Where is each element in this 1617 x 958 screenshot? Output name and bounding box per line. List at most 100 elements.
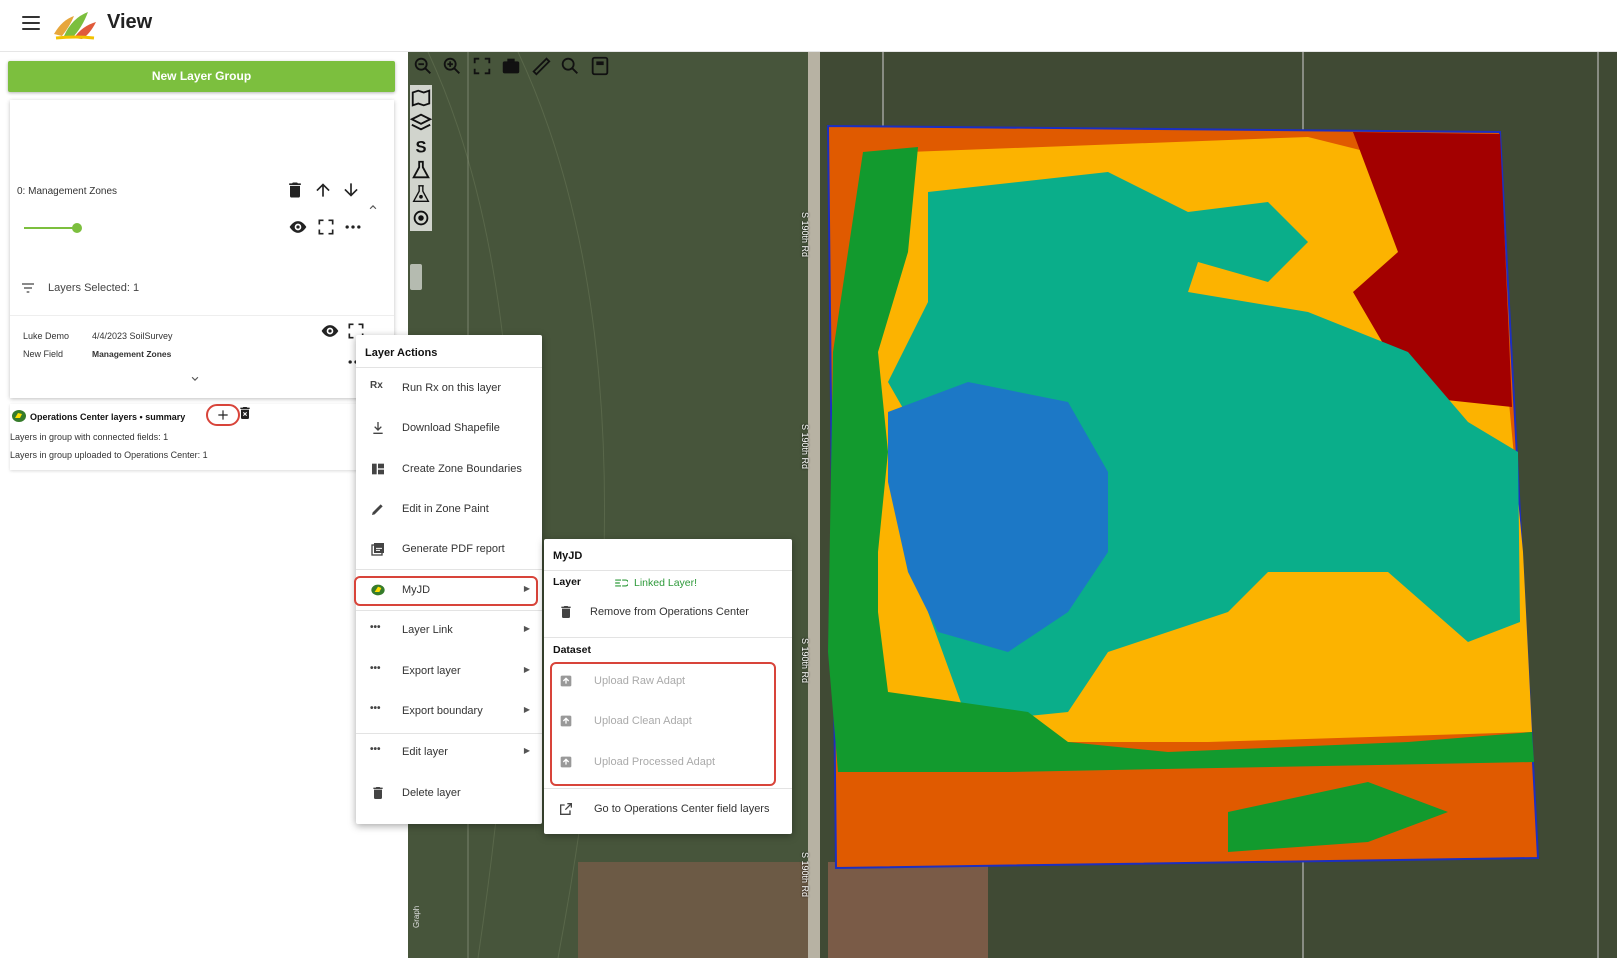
target-icon[interactable] — [410, 207, 432, 229]
chevron-up-icon[interactable] — [366, 200, 380, 214]
map-attribution: Graph — [412, 905, 421, 928]
download-shapefile-menu-item[interactable]: Download Shapefile — [356, 409, 542, 447]
arrow-down-icon[interactable] — [341, 180, 361, 200]
app-logo — [54, 12, 96, 40]
layer-date-source: 4/4/2023 SoilSurvey — [92, 331, 173, 341]
uploaded-layers-count: Layers in group uploaded to Operations C… — [10, 450, 208, 460]
delete-operations-center-icon[interactable] — [237, 404, 253, 422]
layer-actions-menu: Layer Actions Rx Run Rx on this layer Do… — [354, 335, 542, 824]
linked-status: Linked Layer! — [634, 577, 698, 589]
trash-icon — [558, 604, 576, 620]
top-bar: View — [0, 0, 1617, 52]
menu-item-label: Export layer — [402, 665, 461, 677]
menu-icon[interactable] — [22, 16, 40, 30]
app-title: View — [107, 11, 153, 33]
map-side-toolbar: S — [409, 85, 433, 231]
operations-center-summary: Operations Center layers • summary Layer… — [10, 404, 394, 470]
soil-icon[interactable]: S — [410, 135, 432, 157]
trash-icon — [370, 785, 388, 801]
menu-item-label: Download Shapefile — [402, 422, 500, 434]
fullscreen-icon[interactable] — [316, 217, 336, 237]
more-icon: ••• — [370, 622, 381, 633]
menu-item-label: Go to Operations Center field layers — [594, 803, 770, 815]
add-operations-center-button[interactable] — [206, 404, 240, 426]
connected-fields-count: Layers in group with connected fields: 1 — [10, 432, 169, 442]
chevron-down-icon[interactable] — [188, 372, 202, 386]
submenu-arrow-icon: ▶ — [523, 746, 530, 755]
remove-from-operations-center-item[interactable]: Remove from Operations Center — [544, 593, 792, 631]
menu-item-label: Delete layer — [402, 787, 461, 799]
layer-owner: Luke Demo — [23, 331, 70, 341]
more-icon: ••• — [370, 703, 381, 714]
submenu-arrow-icon: ▶ — [523, 705, 530, 714]
layers-icon[interactable] — [409, 111, 433, 133]
road-label: S 190th Rd — [800, 212, 810, 258]
road-label: S 190th Rd — [800, 638, 810, 684]
more-icon: ••• — [370, 744, 381, 755]
submenu-arrow-icon: ▶ — [523, 665, 530, 674]
svg-text:S: S — [416, 138, 427, 156]
myjd-title: MyJD — [553, 550, 583, 562]
menu-item-label: Create Zone Boundaries — [402, 463, 522, 475]
calculator-icon[interactable] — [589, 55, 611, 77]
flask-alt-icon[interactable] — [410, 183, 432, 205]
link-icon — [615, 579, 628, 587]
menu-item-label: Edit layer — [402, 746, 448, 758]
john-deere-icon — [12, 410, 26, 422]
layer-eye-icon[interactable] — [320, 321, 340, 341]
menu-item-label: Remove from Operations Center — [590, 606, 749, 618]
panel-resize-handle[interactable] — [410, 264, 422, 290]
goto-operations-center-item[interactable]: Go to Operations Center field layers — [544, 790, 792, 828]
external-link-icon — [558, 801, 576, 817]
road-label: S 190th Rd — [800, 852, 810, 898]
delete-layer-menu-item[interactable]: Delete layer — [356, 774, 542, 812]
layer-type: Management Zones — [92, 349, 172, 359]
zoom-in-icon[interactable] — [441, 55, 463, 77]
run-rx-menu-item[interactable]: Rx Run Rx on this layer — [356, 369, 542, 407]
map-icon[interactable] — [410, 87, 432, 109]
search-icon[interactable] — [559, 55, 581, 77]
edit-layer-menu-item[interactable]: ••• Edit layer ▶ — [356, 733, 542, 771]
new-layer-group-button[interactable]: New Layer Group — [8, 61, 395, 92]
opacity-slider[interactable] — [24, 222, 82, 234]
menu-item-label: Run Rx on this layer — [402, 382, 502, 394]
menu-item-label: Generate PDF report — [402, 543, 505, 555]
menu-item-label: Edit in Zone Paint — [402, 503, 489, 515]
edit-zone-paint-menu-item[interactable]: Edit in Zone Paint — [356, 490, 542, 528]
menu-item-label: Export boundary — [402, 705, 483, 717]
layer-field: New Field — [23, 349, 64, 359]
layer-link-menu-item[interactable]: ••• Layer Link ▶ — [356, 611, 542, 649]
generate-pdf-menu-item[interactable]: Generate PDF report — [356, 530, 542, 568]
map-toolbar — [412, 55, 614, 77]
layer-group-name: 0: Management Zones — [17, 186, 118, 197]
arrow-up-icon[interactable] — [313, 180, 333, 200]
create-zone-boundaries-menu-item[interactable]: Create Zone Boundaries — [356, 450, 542, 488]
layer-heading: Layer — [553, 576, 582, 588]
filter-icon — [22, 283, 34, 293]
pdf-icon — [370, 541, 388, 557]
layers-selected-label: Layers Selected: 1 — [48, 282, 140, 294]
export-boundary-menu-item[interactable]: ••• Export boundary ▶ — [356, 692, 542, 730]
fit-extent-icon[interactable] — [471, 55, 493, 77]
dataset-heading: Dataset — [553, 644, 591, 656]
zone-boundaries-icon — [370, 461, 388, 477]
upload-options-highlight — [550, 662, 776, 786]
more-options-icon[interactable] — [343, 217, 363, 237]
submenu-arrow-icon: ▶ — [523, 624, 530, 633]
rx-icon: Rx — [370, 380, 383, 391]
layer-group-card: 0: Management Zones Layers Selected: 1 L… — [10, 100, 394, 398]
layers-panel: New Layer Group 0: Management Zones Laye… — [0, 52, 408, 958]
eye-icon[interactable] — [288, 217, 308, 237]
plus-icon — [218, 410, 228, 420]
export-layer-menu-item[interactable]: ••• Export layer ▶ — [356, 652, 542, 690]
layer-item[interactable]: Luke Demo New Field 4/4/2023 SoilSurvey … — [10, 315, 394, 375]
layer-actions-title: Layer Actions — [365, 347, 438, 359]
delete-group-icon[interactable] — [285, 180, 305, 200]
zoom-out-icon[interactable] — [412, 55, 434, 77]
camera-icon[interactable] — [500, 55, 522, 77]
road-label: S 190th Rd — [800, 424, 810, 470]
ruler-icon[interactable] — [530, 55, 552, 77]
flask-icon[interactable] — [410, 159, 432, 181]
operations-center-title: Operations Center layers • summary — [30, 412, 186, 422]
more-icon: ••• — [370, 663, 381, 674]
